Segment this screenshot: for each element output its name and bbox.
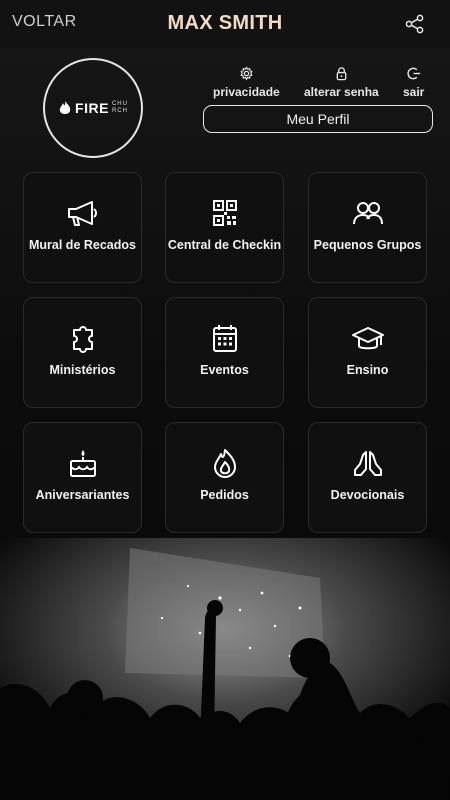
tile-label: Ensino [346, 363, 389, 377]
logout-link[interactable]: sair [403, 66, 424, 99]
flame-logo-icon [59, 101, 71, 114]
concert-crowd-image [0, 538, 450, 800]
tile-devocionais[interactable]: Devocionais [308, 422, 427, 533]
tile-label: Aniversariantes [35, 488, 130, 502]
tile-label: Pequenos Grupos [313, 238, 422, 252]
tile-ministerios[interactable]: Ministérios [23, 297, 142, 408]
top-bar: VOLTAR MAX SMITH [0, 0, 450, 48]
flame-icon [213, 449, 236, 478]
my-profile-button[interactable]: Meu Perfil [203, 105, 433, 133]
tile-ensino[interactable]: Ensino [308, 297, 427, 408]
birthday-cake-icon [69, 450, 96, 477]
tile-label: Ministérios [49, 363, 116, 377]
privacy-label: privacidade [213, 85, 280, 99]
tile-eventos[interactable]: Eventos [165, 297, 284, 408]
privacy-link[interactable]: privacidade [213, 66, 280, 99]
tile-label: Eventos [200, 363, 249, 377]
logo-word: FIRE [75, 100, 109, 116]
tile-label: Pedidos [200, 488, 249, 502]
tile-pedidos[interactable]: Pedidos [165, 422, 284, 533]
group-icon [352, 202, 383, 225]
lock-icon [336, 67, 347, 81]
tile-mural-de-recados[interactable]: Mural de Recados [23, 172, 142, 283]
qr-code-icon [212, 200, 237, 226]
tile-label: Mural de Recados [29, 238, 136, 252]
share-icon[interactable] [404, 13, 426, 35]
megaphone-icon [67, 201, 97, 226]
change-password-link[interactable]: alterar senha [304, 66, 379, 99]
church-logo: FIRE CHU RCH [43, 58, 143, 158]
graduation-cap-icon [351, 327, 384, 350]
worship-concert-photo [0, 538, 450, 800]
calendar-icon [212, 325, 237, 352]
tile-label: Devocionais [330, 488, 405, 502]
puzzle-icon [72, 326, 93, 353]
gear-icon [240, 66, 253, 81]
logout-label: sair [403, 85, 425, 99]
praying-hands-icon [353, 451, 382, 476]
page-title: MAX SMITH [167, 12, 283, 34]
tile-aniversariantes[interactable]: Aniversariantes [23, 422, 142, 533]
tile-label: Central de Checkin [167, 238, 282, 252]
tile-pequenos-grupos[interactable]: Pequenos Grupos [308, 172, 427, 283]
tile-central-de-checkin[interactable]: Central de Checkin [165, 172, 284, 283]
logo-subtext: CHU RCH [111, 101, 128, 114]
logout-icon [407, 67, 421, 80]
change-password-label: alterar senha [304, 85, 379, 99]
